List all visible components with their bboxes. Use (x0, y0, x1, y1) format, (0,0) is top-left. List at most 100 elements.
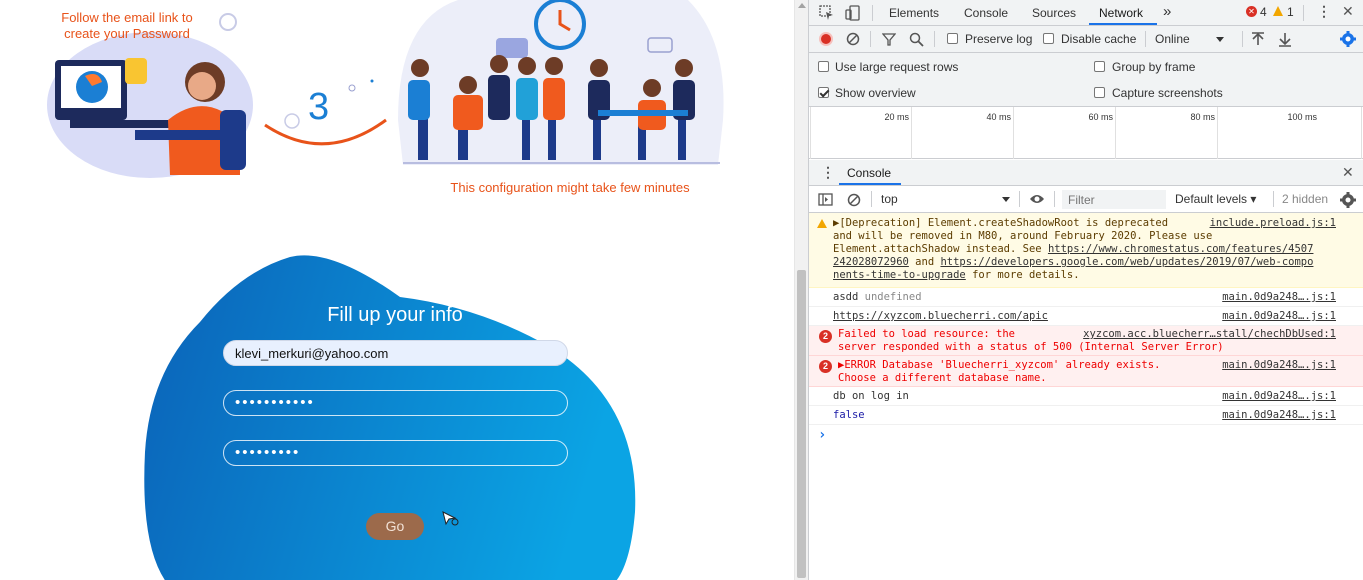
prompt-chevron-icon: › (818, 427, 827, 443)
export-har-icon[interactable] (1278, 32, 1292, 47)
email-hint-text: Follow the email link to create your Pas… (61, 10, 193, 41)
search-icon[interactable] (909, 32, 924, 47)
message-source-link[interactable]: xyzcom.acc.bluecherr…stall/chechDbUsed:1 (1083, 328, 1336, 340)
error-count-icon[interactable]: ✕ (1246, 6, 1257, 17)
show-overview-checkbox[interactable] (818, 87, 829, 98)
config-hint-text: This configuration might take few minute… (450, 180, 690, 195)
live-expression-eye-icon[interactable] (1029, 193, 1045, 205)
password-field[interactable]: ••••••••••• (223, 390, 568, 416)
network-settings-gear-icon[interactable] (1340, 31, 1356, 47)
divider (872, 5, 873, 21)
drawer-active-tab-indicator (839, 183, 901, 185)
timeline-tick-label: 20 ms (884, 112, 909, 122)
close-devtools-icon[interactable]: ✕ (1342, 3, 1354, 20)
console-messages: ▶[Deprecation] Element.createShadowRoot … (809, 213, 1363, 580)
warning-icon (817, 219, 827, 228)
more-tabs-icon[interactable]: » (1163, 3, 1171, 20)
timeline-gridline (810, 107, 811, 159)
error-count[interactable]: 4 (1260, 5, 1267, 19)
chevron-down-icon[interactable] (1002, 197, 1010, 202)
tab-elements[interactable]: Elements (889, 6, 939, 20)
preserve-log-label[interactable]: Preserve log (965, 32, 1032, 46)
devtools-tabbar: Elements Console Sources Network » ✕ 4 1… (809, 0, 1363, 26)
busy-cursor-icon (442, 511, 459, 526)
console-toolbar: top Default levels ▾ 2 hidden (809, 186, 1363, 213)
divider (1273, 191, 1274, 207)
console-error-message[interactable]: 2 Failed to load resource: the server re… (809, 326, 1363, 356)
console-error-message[interactable]: 2 ▶ERROR Database 'Bluecherri_xyzcom' al… (809, 356, 1363, 387)
throttling-select[interactable]: Online (1155, 32, 1190, 46)
capture-screenshots-label[interactable]: Capture screenshots (1112, 86, 1223, 100)
active-tab-indicator (1089, 23, 1157, 25)
timeline-gridline (1013, 107, 1014, 159)
timeline-tick-label: 60 ms (1088, 112, 1113, 122)
drawer-tab-console[interactable]: Console (847, 166, 891, 180)
context-selector[interactable]: top (881, 192, 898, 206)
tab-console[interactable]: Console (964, 6, 1008, 20)
large-rows-checkbox[interactable] (818, 61, 829, 72)
console-log-message[interactable]: https://xyzcom.bluecherri.com/apic main.… (809, 307, 1363, 326)
console-log-message[interactable]: false main.0d9a248….js:1 (809, 406, 1363, 425)
disable-cache-checkbox[interactable] (1043, 33, 1054, 44)
page-scrollbar[interactable] (794, 0, 808, 580)
customize-menu-icon[interactable]: ⋮ (1317, 3, 1331, 20)
show-sidebar-icon[interactable] (818, 193, 833, 206)
disable-cache-label[interactable]: Disable cache (1061, 32, 1136, 46)
warning-count-icon[interactable] (1273, 6, 1283, 16)
console-prompt[interactable]: › (809, 425, 1363, 580)
filter-icon[interactable] (882, 33, 896, 46)
timeline-tick-label: 80 ms (1190, 112, 1215, 122)
network-overview-timeline[interactable]: 20 ms 40 ms 60 ms 80 ms 100 ms (809, 106, 1363, 159)
timeline-gridline (1115, 107, 1116, 159)
message-source-link[interactable]: main.0d9a248….js:1 (1222, 409, 1336, 421)
clear-icon[interactable] (846, 32, 860, 46)
error-repeat-count: 2 (819, 360, 832, 373)
console-log-message[interactable]: asdd undefined main.0d9a248….js:1 (809, 288, 1363, 307)
log-levels-dropdown[interactable]: Default levels ▾ (1175, 192, 1256, 206)
message-link[interactable]: https://xyzcom.bluecherri.com/apic (833, 310, 1048, 322)
drawer-header: ⋮ Console ✕ (809, 160, 1363, 186)
email-field[interactable] (223, 340, 568, 366)
step-number: 3 (308, 86, 330, 128)
network-settings-pane: Use large request rows Group by frame Sh… (809, 53, 1363, 106)
record-icon[interactable] (819, 32, 833, 46)
import-har-icon[interactable] (1251, 32, 1265, 47)
message-source-link[interactable]: main.0d9a248….js:1 (1222, 359, 1336, 371)
show-overview-label[interactable]: Show overview (835, 86, 916, 100)
devtools-panel: Elements Console Sources Network » ✕ 4 1… (808, 0, 1363, 580)
device-toolbar-icon[interactable] (845, 5, 861, 21)
divider (1145, 31, 1146, 47)
console-warning-message[interactable]: ▶[Deprecation] Element.createShadowRoot … (809, 213, 1363, 288)
message-text: and (908, 256, 941, 268)
console-log-message[interactable]: db on log in main.0d9a248….js:1 (809, 387, 1363, 406)
close-drawer-icon[interactable]: ✕ (1342, 164, 1354, 181)
console-filter-input[interactable] (1062, 190, 1166, 209)
warning-count[interactable]: 1 (1287, 5, 1294, 19)
group-by-frame-checkbox[interactable] (1094, 61, 1105, 72)
chevron-down-icon[interactable] (1216, 37, 1224, 42)
group-by-frame-label[interactable]: Group by frame (1112, 60, 1195, 74)
drawer-menu-icon[interactable]: ⋮ (821, 164, 835, 181)
confirm-password-field[interactable]: ••••••••• (223, 440, 568, 466)
message-value: undefined (864, 291, 922, 303)
tab-network[interactable]: Network (1099, 6, 1143, 20)
divider (1019, 191, 1020, 207)
scroll-up-arrow-icon[interactable] (798, 3, 806, 8)
tab-sources[interactable]: Sources (1032, 6, 1076, 20)
scrollbar-thumb[interactable] (797, 270, 806, 578)
clear-console-icon[interactable] (847, 193, 861, 207)
form-title: Fill up your info (327, 304, 463, 326)
inspect-element-icon[interactable] (819, 5, 835, 21)
preserve-log-checkbox[interactable] (947, 33, 958, 44)
divider (1242, 31, 1243, 47)
timeline-gridline (911, 107, 912, 159)
go-button[interactable]: Go (366, 513, 424, 540)
message-source-link[interactable]: main.0d9a248….js:1 (1222, 291, 1336, 303)
message-source-link[interactable]: main.0d9a248….js:1 (1222, 310, 1336, 322)
web-page: Follow the email link to create your Pas… (0, 0, 794, 580)
message-source-link[interactable]: main.0d9a248….js:1 (1222, 390, 1336, 402)
large-rows-label[interactable]: Use large request rows (835, 60, 958, 74)
console-settings-gear-icon[interactable] (1340, 192, 1356, 208)
capture-screenshots-checkbox[interactable] (1094, 87, 1105, 98)
message-source-link[interactable]: include.preload.js:1 (1210, 217, 1336, 229)
